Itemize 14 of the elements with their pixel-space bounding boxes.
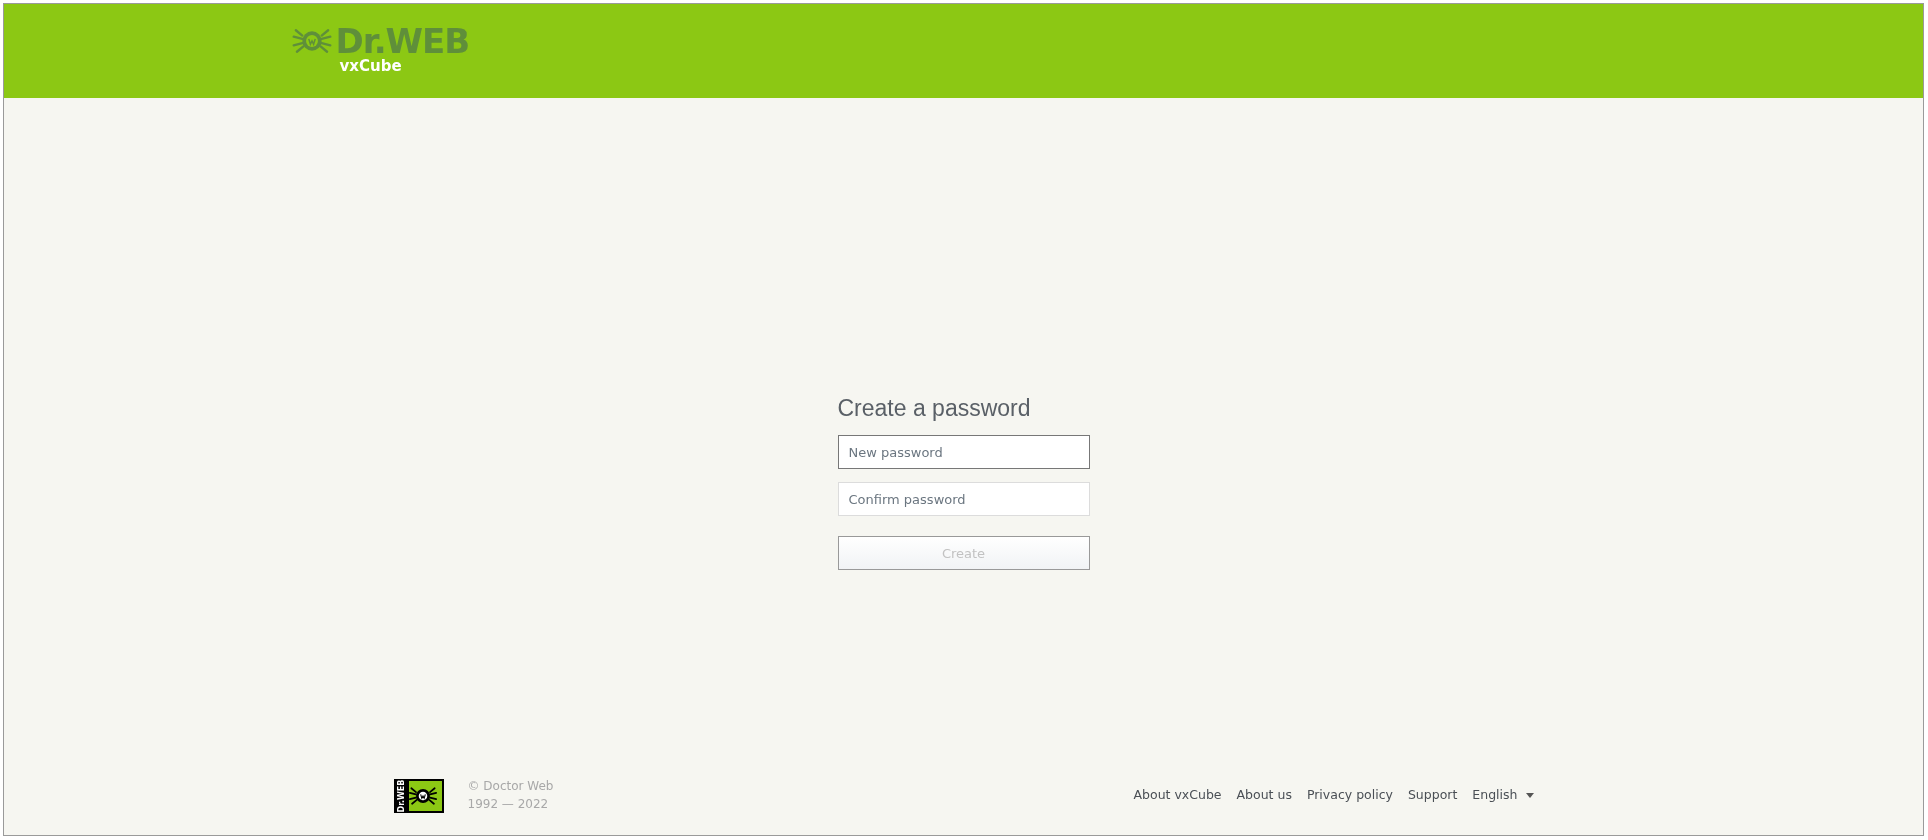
footer-link[interactable]: About vxCube	[1133, 786, 1222, 805]
badge-text: Dr.WEB	[396, 779, 407, 813]
copyright-years: 1992 — 2022	[467, 795, 550, 813]
copyright-text: © Doctor Web	[467, 778, 554, 796]
password-field[interactable]: New password	[837, 435, 1090, 470]
footer-link[interactable]: Privacy policy	[1306, 786, 1393, 805]
form-title: Create a password	[837, 393, 1032, 423]
footer-link[interactable]: Support	[1407, 786, 1458, 805]
footer-link[interactable]: About us	[1236, 786, 1292, 805]
logo-subtitle: vxCube	[339, 59, 403, 74]
spider-logo-icon	[291, 27, 332, 55]
caret-icon	[1525, 793, 1534, 799]
logo-title: Dr.WEB	[335, 24, 470, 58]
language-dropdown[interactable]: English	[1472, 786, 1534, 805]
